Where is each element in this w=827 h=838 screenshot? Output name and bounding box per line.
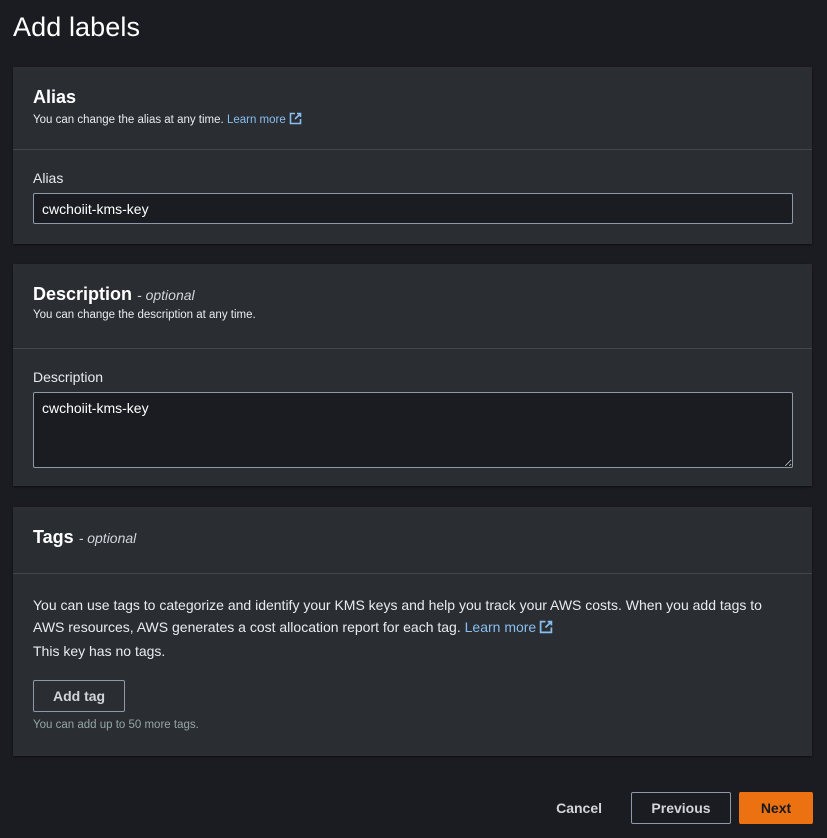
tags-title-text: Tags (33, 527, 74, 547)
alias-field-label: Alias (33, 170, 64, 186)
external-link-icon (289, 112, 302, 125)
alias-card-description: You can change the alias at any time. Le… (33, 112, 792, 126)
previous-button[interactable]: Previous (631, 792, 731, 824)
alias-learn-more-link[interactable]: Learn more (226, 112, 302, 126)
description-card-header: Description - optional You can change th… (13, 264, 812, 349)
alias-card-header: Alias You can change the alias at any ti… (13, 67, 812, 150)
add-tag-wrapper: Add tag (33, 680, 792, 712)
cancel-button[interactable]: Cancel (556, 792, 631, 824)
alias-card-body: Alias (13, 150, 812, 244)
tags-info-text: You can use tags to categorize and ident… (33, 594, 792, 638)
tags-card-title: Tags - optional (33, 527, 792, 548)
no-tags-text: This key has no tags. (33, 643, 166, 659)
tags-card-header: Tags - optional (13, 507, 812, 574)
alias-title-text: Alias (33, 87, 77, 107)
tags-learn-more-text: Learn more (464, 619, 537, 635)
description-card: Description - optional You can change th… (13, 264, 812, 486)
page: Add labels Alias You can change the alia… (0, 0, 827, 838)
alias-card-title: Alias (33, 87, 792, 108)
page-title: Add labels (13, 12, 141, 42)
description-field-label: Description (33, 369, 104, 385)
next-button[interactable]: Next (739, 792, 813, 824)
tags-card-body: You can use tags to categorize and ident… (13, 574, 812, 751)
alias-learn-more-text: Learn more (226, 114, 286, 126)
description-card-body: Description cwchoiit-kms-key (13, 349, 812, 493)
tags-optional-label: - optional (78, 530, 137, 546)
external-link-icon (539, 620, 553, 634)
description-card-description: You can change the description at any ti… (33, 309, 256, 321)
tags-card: Tags - optional You can use tags to cate… (13, 507, 812, 756)
alias-description-text: You can change the alias at any time. (33, 114, 224, 126)
add-tag-button[interactable]: Add tag (33, 680, 126, 712)
alias-card: Alias You can change the alias at any ti… (13, 67, 812, 244)
description-title-text: Description (33, 284, 133, 304)
description-card-title: Description - optional (33, 284, 792, 305)
description-textarea[interactable]: cwchoiit-kms-key (33, 392, 793, 468)
alias-input[interactable] (33, 193, 793, 224)
tags-learn-more-link[interactable]: Learn more (465, 619, 554, 635)
description-optional-label: - optional (137, 287, 195, 303)
tags-limit-hint: You can add up to 50 more tags. (33, 719, 199, 731)
footer-actions: Cancel Previous Next (556, 792, 813, 824)
tags-info-body: You can use tags to categorize and ident… (33, 597, 762, 635)
